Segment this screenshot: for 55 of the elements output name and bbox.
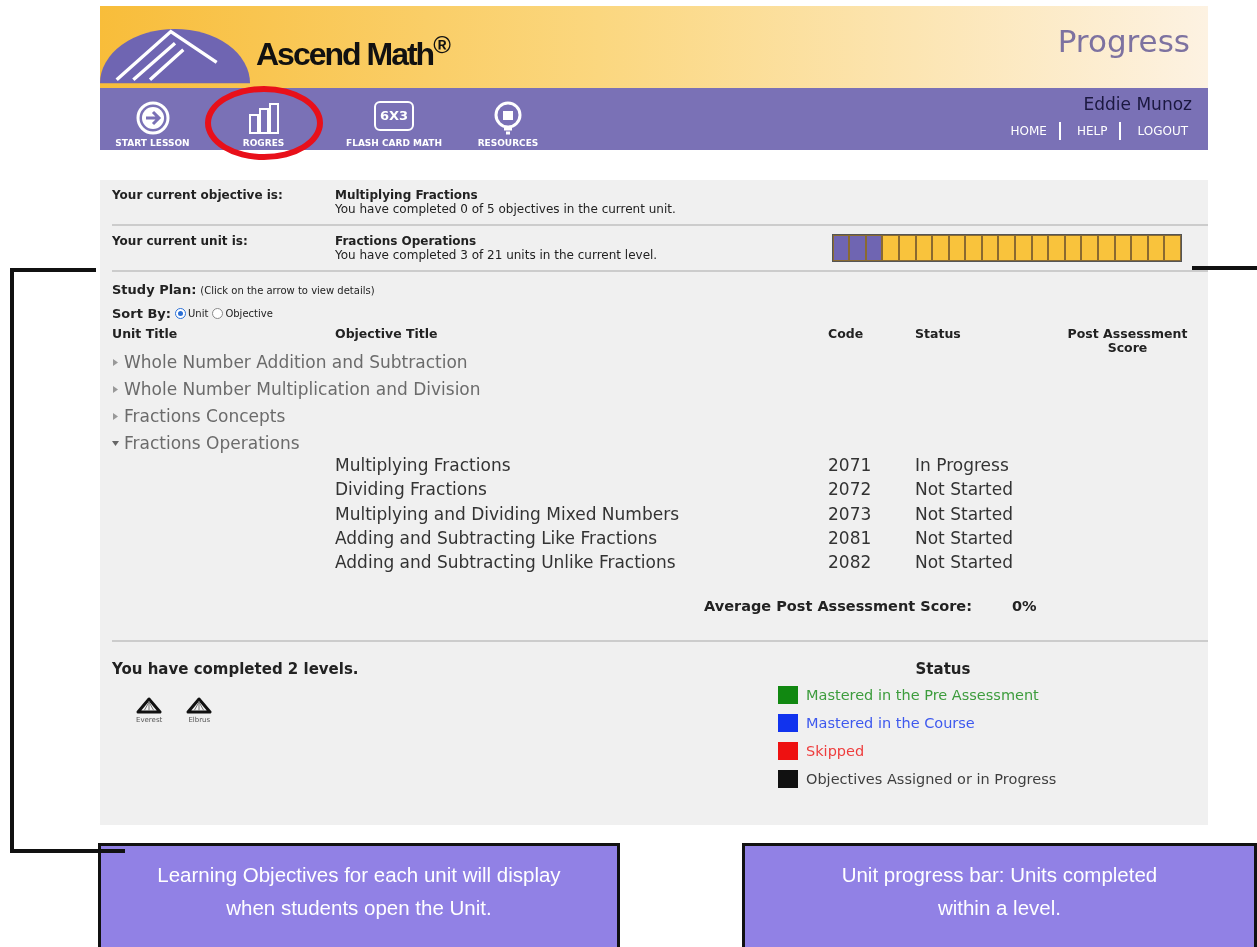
column-header: Objective Title	[335, 327, 439, 343]
progress-note: You have completed 0 of 5 objectives in the current unit.	[335, 202, 676, 216]
nav-link[interactable]: LOGOUT	[1137, 121, 1188, 140]
sort-label: Sort By:	[112, 304, 172, 323]
page-title: Progress	[1057, 21, 1190, 61]
unit-row[interactable]: Fractions Concepts	[112, 403, 1208, 430]
field-label: Your current objective is:	[112, 188, 284, 202]
hint-text: (Click on the arrow to view details)	[200, 284, 375, 298]
callout-box: Unit progress bar: Units completed within a level.	[741, 843, 1257, 947]
nav-button[interactable]: RESOURCES	[458, 96, 558, 150]
levels-title: You have completed 2 levels.	[112, 659, 360, 681]
logo-text: Ascend Math$^{®}$	[256, 30, 449, 74]
legend-label: Skipped	[806, 741, 865, 761]
nav-link[interactable]: HOME	[1010, 121, 1047, 140]
objective-code: 2081	[828, 526, 873, 550]
objective-code: 2082	[828, 551, 873, 575]
nav-button[interactable]: 6X3 FLASH CARD MATH	[330, 97, 458, 150]
legend-title: Status	[914, 659, 972, 681]
objective-status: Not Started	[915, 478, 1014, 502]
field-value: Multiplying Fractions	[335, 188, 479, 202]
objective-status: Not Started	[915, 551, 1014, 575]
unit-row[interactable]: Whole Number Multiplication and Division	[112, 376, 1208, 403]
objective-code: 2072	[828, 478, 873, 502]
nav-button[interactable]: START LESSON	[100, 96, 205, 150]
flash-card-icon: 6X3	[373, 101, 415, 131]
objective-status: In Progress	[915, 454, 1010, 477]
average-label: Average Post Assessment Score:	[703, 597, 973, 617]
objective-code: 2071	[828, 454, 873, 477]
sort-radio[interactable]: Objective	[212, 305, 273, 321]
legend-label: Mastered in the Course	[806, 713, 975, 733]
average-score: 0%	[1012, 597, 1037, 617]
nav-button[interactable]: ROGRES	[205, 96, 322, 150]
unit-row[interactable]: Fractions Operations	[112, 430, 1208, 457]
column-header: Code	[828, 327, 865, 343]
sort-radio[interactable]: Unit	[175, 305, 209, 321]
progress-note: You have completed 3 of 21 units in the current level.	[335, 248, 658, 262]
column-header: Status	[915, 327, 962, 343]
field-value: Fractions Operations	[335, 234, 478, 248]
legend-label: Objectives Assigned or in Progress	[806, 769, 1057, 789]
objective-status: Not Started	[915, 526, 1014, 550]
legend-label: Mastered in the Pre Assessment	[806, 685, 1039, 705]
user-name: Eddie Munoz	[1083, 93, 1192, 116]
objective-title: Adding and Subtracting Unlike Fractions	[335, 551, 677, 575]
column-header: Unit Title	[112, 327, 179, 343]
field-label: Your current unit is:	[112, 234, 249, 248]
objective-title: Multiplying Fractions	[335, 454, 512, 477]
objective-status: Not Started	[915, 502, 1014, 526]
callout-box: Learning Objectives for each unit will display when students open the Unit.	[98, 843, 620, 947]
column-header: Post Assessment Score	[1066, 327, 1189, 355]
nav-link[interactable]: HELP	[1076, 121, 1108, 140]
objective-title: Dividing Fractions	[335, 478, 488, 502]
section-title: Study Plan:	[112, 281, 197, 299]
objective-title: Adding and Subtracting Like Fractions	[335, 526, 659, 550]
objective-code: 2073	[828, 502, 873, 526]
objective-title: Multiplying and Dividing Mixed Numbers	[335, 502, 681, 526]
